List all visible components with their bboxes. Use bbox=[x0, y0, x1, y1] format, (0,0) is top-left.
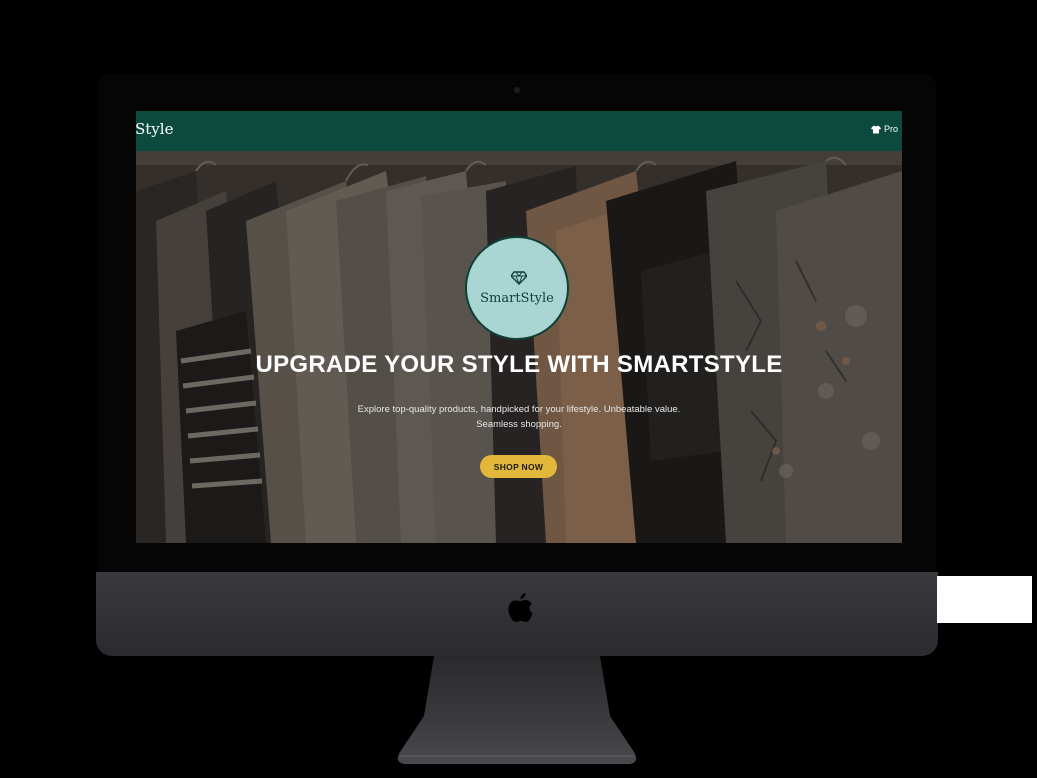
apple-icon bbox=[508, 593, 533, 622]
diamond-icon bbox=[511, 271, 527, 285]
logo-text: SmartStyle bbox=[480, 291, 554, 306]
navbar: Style Pro bbox=[136, 111, 902, 151]
camera-icon bbox=[514, 87, 520, 93]
hero-background-image bbox=[136, 151, 902, 543]
smartstyle-logo-badge: SmartStyle bbox=[465, 236, 569, 340]
website-screen: Style Pro SmartStyle UPGRADE YOUR STYLE … bbox=[136, 111, 902, 543]
hero-section: SmartStyle UPGRADE YOUR STYLE WITH SMART… bbox=[136, 151, 902, 543]
white-panel bbox=[937, 576, 1032, 623]
shop-now-button[interactable]: SHOP NOW bbox=[480, 455, 557, 478]
hero-subtext: Explore top-quality products, handpicked… bbox=[357, 404, 681, 430]
monitor-stand bbox=[397, 656, 637, 764]
nav-item-products[interactable]: Pro bbox=[871, 124, 898, 134]
brand-logo-text[interactable]: Style bbox=[136, 120, 173, 138]
shirt-icon bbox=[871, 125, 881, 133]
hero-headline: UPGRADE YOUR STYLE WITH SMARTSTYLE bbox=[255, 351, 783, 378]
nav-item-label: Pro bbox=[884, 124, 899, 134]
